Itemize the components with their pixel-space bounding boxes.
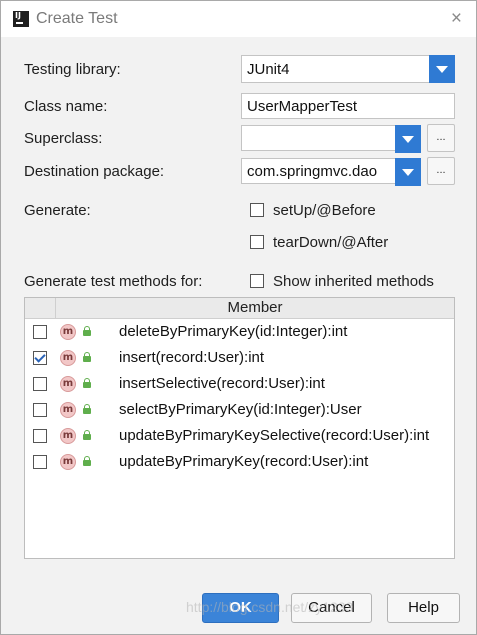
setup-checkbox[interactable] <box>250 203 264 217</box>
row-checkbox[interactable] <box>33 429 47 443</box>
method-icon: m <box>60 454 76 470</box>
destination-browse-button[interactable]: ... <box>427 157 455 185</box>
lock-icon <box>83 352 91 362</box>
method-icon: m <box>60 324 76 340</box>
setup-label[interactable]: setUp/@Before <box>273 202 376 219</box>
show-inherited-checkbox[interactable] <box>250 274 264 288</box>
testing-library-value: JUnit4 <box>247 61 290 78</box>
superclass-browse-button[interactable]: ... <box>427 124 455 152</box>
superclass-label: Superclass: <box>24 130 103 147</box>
row-checkbox[interactable] <box>33 455 47 469</box>
table-row[interactable]: m insert(record:User):int <box>25 345 454 371</box>
row-checkbox[interactable] <box>33 351 47 365</box>
lock-icon <box>83 430 91 440</box>
method-name: selectByPrimaryKey(id:Integer):User <box>119 401 362 418</box>
chevron-down-icon[interactable] <box>395 125 421 153</box>
method-name: insert(record:User):int <box>119 349 265 366</box>
help-button[interactable]: Help <box>387 593 460 623</box>
title-bar: IJ Create Test × <box>1 1 476 37</box>
methods-label: Generate test methods for: <box>24 273 203 290</box>
testing-library-label: Testing library: <box>24 61 121 78</box>
member-column-header[interactable]: Member <box>56 299 454 316</box>
close-icon[interactable]: × <box>451 8 462 30</box>
method-icon: m <box>60 402 76 418</box>
table-row[interactable]: m insertSelective(record:User):int <box>25 371 454 397</box>
chevron-down-icon[interactable] <box>429 55 455 83</box>
method-name: updateByPrimaryKeySelective(record:User)… <box>119 427 430 444</box>
superclass-select[interactable] <box>241 125 421 153</box>
show-inherited-label[interactable]: Show inherited methods <box>273 273 434 290</box>
table-header: Member <box>25 298 454 319</box>
cancel-button[interactable]: Cancel <box>291 593 372 623</box>
class-name-field[interactable]: UserMapperTest <box>241 93 455 119</box>
lock-icon <box>83 378 91 388</box>
table-row[interactable]: m deleteByPrimaryKey(id:Integer):int <box>25 319 454 345</box>
class-name-label: Class name: <box>24 98 108 115</box>
ok-button[interactable]: OK <box>202 593 279 623</box>
table-row[interactable]: m updateByPrimaryKeySelective(record:User… <box>25 423 454 449</box>
intellij-icon: IJ <box>13 11 29 27</box>
method-name: insertSelective(record:User):int <box>119 375 325 392</box>
lock-icon <box>83 456 91 466</box>
method-name: updateByPrimaryKey(record:User):int <box>119 453 369 470</box>
chevron-down-icon[interactable] <box>395 158 421 186</box>
method-icon: m <box>60 350 76 366</box>
method-icon: m <box>60 428 76 444</box>
teardown-checkbox[interactable] <box>250 235 264 249</box>
members-table: Member m deleteByPrimaryKey(id:Integer):i… <box>24 297 455 559</box>
class-name-value: UserMapperTest <box>247 98 358 115</box>
table-row[interactable]: m selectByPrimaryKey(id:Integer):User <box>25 397 454 423</box>
generate-label: Generate: <box>24 202 91 219</box>
method-name: deleteByPrimaryKey(id:Integer):int <box>119 323 348 340</box>
row-checkbox[interactable] <box>33 377 47 391</box>
table-row[interactable]: m updateByPrimaryKey(record:User):int <box>25 449 454 475</box>
lock-icon <box>83 326 91 336</box>
method-icon: m <box>60 376 76 392</box>
row-checkbox[interactable] <box>33 325 47 339</box>
destination-package-select[interactable]: com.springmvc.dao <box>241 158 421 186</box>
destination-package-label: Destination package: <box>24 163 165 180</box>
create-test-dialog: IJ Create Test × Testing library: JUnit4… <box>0 0 477 635</box>
testing-library-select[interactable]: JUnit4 <box>241 55 455 83</box>
row-checkbox[interactable] <box>33 403 47 417</box>
lock-icon <box>83 404 91 414</box>
destination-package-value: com.springmvc.dao <box>247 163 378 180</box>
teardown-label[interactable]: tearDown/@After <box>273 234 388 251</box>
window-title: Create Test <box>36 10 118 27</box>
